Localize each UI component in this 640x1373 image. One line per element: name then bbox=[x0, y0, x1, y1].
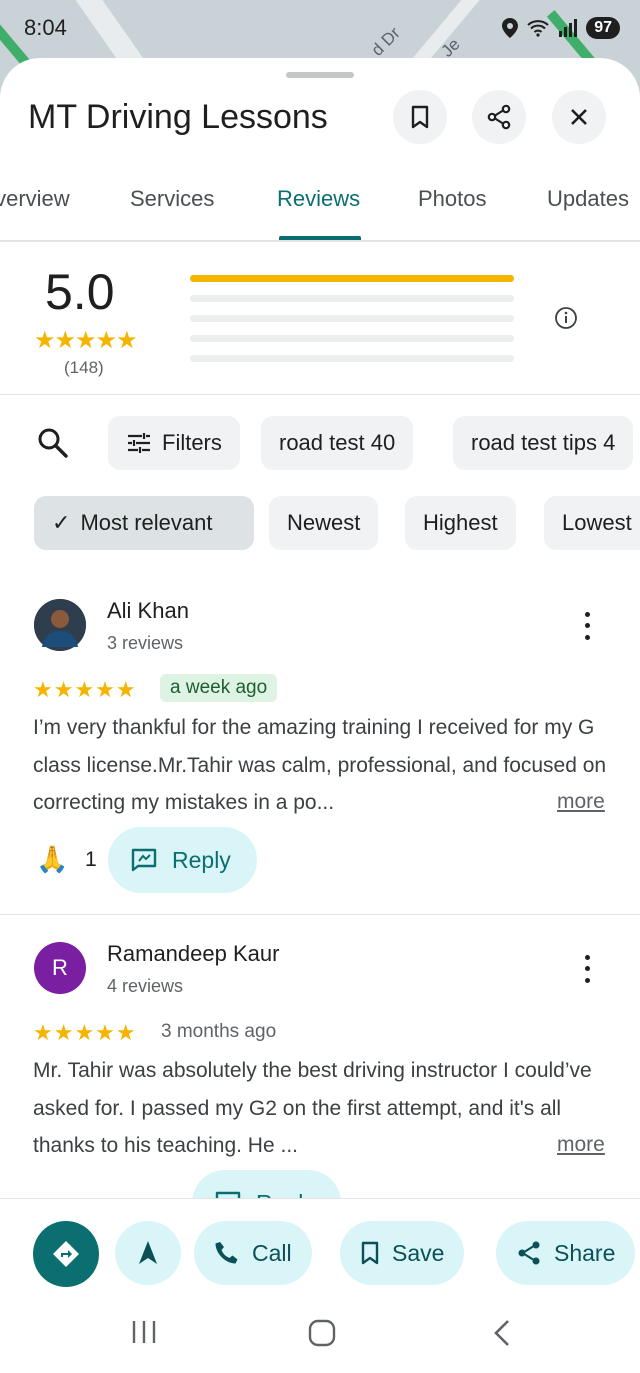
home-icon[interactable] bbox=[308, 1319, 336, 1347]
save-button[interactable]: Save bbox=[340, 1221, 465, 1285]
system-nav-bar bbox=[0, 1309, 640, 1365]
more-link[interactable]: more bbox=[553, 790, 605, 814]
avatar[interactable]: R bbox=[34, 942, 86, 994]
info-icon[interactable] bbox=[554, 306, 578, 330]
topic-chip-label: road test tips 4 bbox=[471, 430, 616, 455]
start-navigation-button[interactable] bbox=[115, 1221, 181, 1285]
bookmark-icon bbox=[361, 1241, 379, 1265]
back-icon[interactable] bbox=[492, 1319, 512, 1347]
reaction-count: 1 bbox=[85, 848, 97, 871]
topic-chip[interactable]: road test tips 4 bbox=[453, 416, 634, 470]
check-icon: ✓ bbox=[52, 510, 71, 535]
sort-lowest[interactable]: Lowest bbox=[544, 496, 640, 550]
share-icon bbox=[487, 104, 511, 130]
reviewer-review-count: 3 reviews bbox=[107, 633, 184, 653]
rating-bar-3 bbox=[190, 315, 514, 322]
sort-label: Lowest bbox=[562, 510, 632, 535]
search-icon[interactable] bbox=[36, 426, 70, 460]
rating-bar-4 bbox=[190, 295, 514, 302]
avatar-initial: R bbox=[52, 955, 68, 980]
avatar[interactable] bbox=[34, 599, 86, 651]
rating-stars: ★★★★★ bbox=[34, 327, 138, 354]
review-text: Mr. Tahir was absolutely the best drivin… bbox=[33, 1059, 592, 1157]
reviewer-name[interactable]: Ali Khan bbox=[107, 598, 189, 624]
divider bbox=[0, 914, 640, 915]
place-title: MT Driving Lessons bbox=[28, 98, 328, 136]
sort-highest[interactable]: Highest bbox=[405, 496, 516, 550]
share-button[interactable]: Share bbox=[496, 1221, 636, 1285]
location-icon bbox=[502, 18, 519, 38]
reviewer-review-count: 4 reviews bbox=[107, 976, 184, 996]
drag-handle[interactable] bbox=[286, 72, 354, 78]
save-label: Save bbox=[392, 1239, 445, 1266]
tune-icon bbox=[128, 433, 150, 453]
status-time: 8:04 bbox=[24, 15, 67, 40]
average-rating: 5.0 bbox=[45, 264, 115, 320]
profile-photo-icon bbox=[34, 599, 86, 651]
battery-indicator: 97 bbox=[586, 17, 620, 39]
tab-services[interactable]: Services bbox=[130, 186, 214, 212]
tab-updates[interactable]: Updates bbox=[547, 186, 629, 212]
recent-apps-icon[interactable] bbox=[131, 1319, 157, 1345]
close-button[interactable] bbox=[552, 90, 606, 144]
review-time-badge: a week ago bbox=[160, 674, 278, 702]
rating-bar-2 bbox=[190, 335, 514, 342]
tab-overview[interactable]: Overview bbox=[0, 186, 70, 212]
place-sheet: MT Driving Lessons Overview Services Rev… bbox=[0, 58, 640, 1373]
close-icon bbox=[571, 109, 587, 125]
signal-icon bbox=[559, 19, 578, 37]
more-options-icon[interactable] bbox=[575, 952, 599, 986]
review-text: I’m very thankful for the amazing traini… bbox=[33, 716, 607, 814]
sort-label: Newest bbox=[287, 510, 361, 535]
active-tab-indicator bbox=[279, 236, 361, 240]
review-stars: ★★★★★ bbox=[33, 677, 137, 702]
share-place-button[interactable] bbox=[472, 90, 526, 144]
reply-icon bbox=[131, 848, 157, 872]
filters-chip[interactable]: Filters bbox=[108, 416, 240, 470]
navigate-icon bbox=[139, 1241, 157, 1264]
divider bbox=[0, 394, 640, 395]
phone-icon bbox=[215, 1242, 238, 1264]
share-icon bbox=[518, 1241, 540, 1265]
reply-button[interactable]: Reply bbox=[108, 827, 257, 893]
review-count: (148) bbox=[64, 358, 104, 377]
call-label: Call bbox=[252, 1239, 292, 1266]
wifi-icon bbox=[527, 20, 549, 37]
sort-label: Highest bbox=[423, 510, 498, 535]
status-bar: 8:04 97 bbox=[0, 0, 640, 56]
topic-chip[interactable]: road test 40 bbox=[261, 416, 414, 470]
reviewer-name[interactable]: Ramandeep Kaur bbox=[107, 941, 279, 967]
directions-button[interactable] bbox=[33, 1221, 99, 1287]
rating-bar-1 bbox=[190, 355, 514, 362]
rating-bar-5 bbox=[190, 275, 514, 282]
more-options-icon[interactable] bbox=[575, 609, 599, 643]
tab-reviews[interactable]: Reviews bbox=[277, 186, 360, 212]
action-bar: Call Save Share bbox=[0, 1198, 640, 1373]
sort-label: Most relevant bbox=[80, 510, 213, 535]
filters-label: Filters bbox=[162, 430, 222, 455]
directions-icon bbox=[53, 1241, 79, 1267]
pray-reaction-icon[interactable]: 🙏 bbox=[36, 844, 68, 875]
call-button[interactable]: Call bbox=[194, 1221, 312, 1285]
topic-chip-label: road test 40 bbox=[279, 430, 396, 455]
sort-newest[interactable]: Newest bbox=[269, 496, 379, 550]
bookmark-icon bbox=[411, 105, 429, 129]
tab-bar: Overview Services Reviews Photos Updates bbox=[0, 178, 640, 242]
review-time: 3 months ago bbox=[161, 1021, 277, 1042]
save-place-button[interactable] bbox=[393, 90, 447, 144]
review-stars: ★★★★★ bbox=[33, 1020, 137, 1045]
more-link[interactable]: more bbox=[553, 1133, 605, 1157]
reply-label: Reply bbox=[172, 846, 231, 873]
share-label: Share bbox=[554, 1239, 616, 1266]
tab-photos[interactable]: Photos bbox=[418, 186, 487, 212]
sort-most-relevant[interactable]: ✓ Most relevant bbox=[34, 496, 254, 550]
